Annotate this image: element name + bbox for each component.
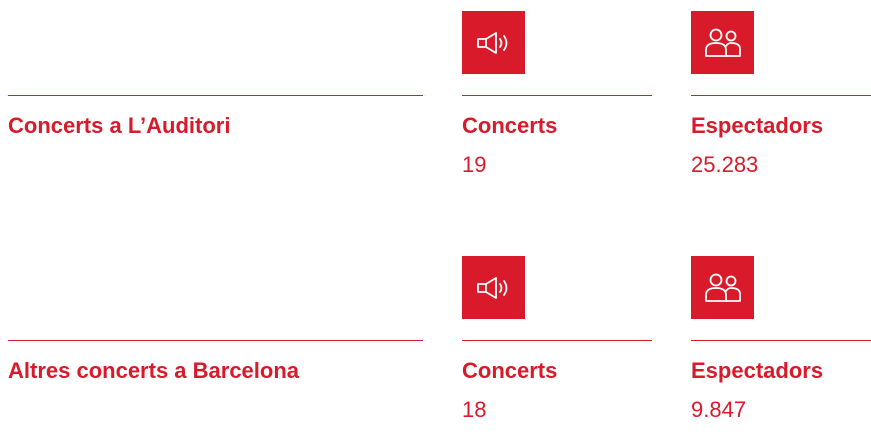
speaker-icon: [462, 11, 525, 74]
people-icon: [691, 11, 754, 74]
divider: [8, 95, 423, 96]
stat-value: 9.847: [691, 397, 747, 422]
stat-value: 18: [462, 397, 487, 422]
stat-label: Espectadors: [691, 113, 824, 138]
stat-value: 25.283: [691, 152, 759, 177]
divider: [691, 95, 871, 96]
section-title: Concerts a L’Auditori: [8, 113, 231, 138]
section-title: Altres concerts a Barcelona: [8, 358, 300, 383]
stat-label: Concerts: [462, 358, 558, 383]
people-icon: [691, 256, 754, 319]
section-barcelona: Altres concerts a Barcelona Concerts 18 …: [0, 245, 871, 435]
speaker-icon: [462, 256, 525, 319]
divider: [462, 340, 652, 341]
divider: [462, 95, 652, 96]
divider: [8, 340, 423, 341]
stat-label: Concerts: [462, 113, 558, 138]
divider: [691, 340, 871, 341]
section-auditori: Concerts a L’Auditori Concerts 19 Espect…: [0, 0, 871, 190]
stat-label: Espectadors: [691, 358, 824, 383]
stat-value: 19: [462, 152, 487, 177]
